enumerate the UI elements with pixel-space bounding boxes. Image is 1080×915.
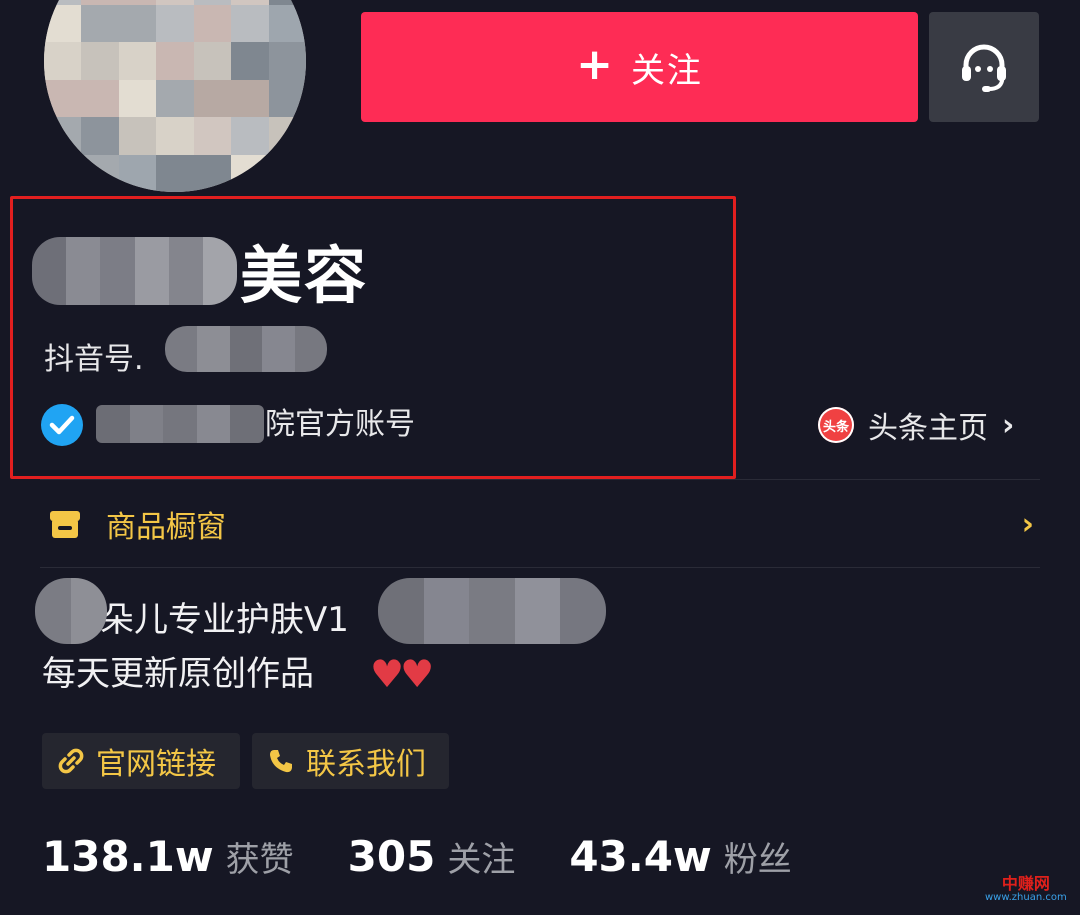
avatar-pixel bbox=[231, 79, 269, 118]
avatar-pixel bbox=[231, 4, 269, 43]
watermark-text: 中赚网 bbox=[1001, 874, 1050, 893]
official-website-label: 官网链接 bbox=[96, 747, 216, 782]
nickname-redaction bbox=[32, 237, 237, 305]
avatar-pixel bbox=[81, 79, 119, 118]
plus-icon: + bbox=[576, 39, 613, 90]
divider bbox=[40, 479, 1040, 480]
avatar-pixel bbox=[193, 4, 232, 43]
verified-badge-icon bbox=[41, 404, 83, 446]
avatar-pixel bbox=[268, 79, 306, 118]
avatar-pixel bbox=[156, 42, 194, 80]
avatar-pixel bbox=[118, 4, 157, 43]
storefront-icon bbox=[50, 511, 80, 538]
contact-us-label: 联系我们 bbox=[306, 747, 426, 782]
phone-icon bbox=[270, 750, 292, 773]
watermark: 中赚网 www.zhuan.com bbox=[985, 874, 1067, 903]
avatar-pixel bbox=[44, 117, 82, 155]
avatar-pixel bbox=[156, 154, 194, 192]
avatar-pixel bbox=[268, 42, 306, 80]
watermark-url: www.zhuan.com bbox=[985, 891, 1067, 903]
heart-emoji: ♥♥ bbox=[370, 652, 434, 696]
avatar-pixel bbox=[118, 154, 157, 192]
divider bbox=[40, 567, 1040, 568]
toutiao-icon: 头条 bbox=[818, 407, 854, 443]
official-website-link[interactable]: 官网链接 bbox=[42, 733, 240, 789]
avatar-pixel bbox=[231, 154, 269, 192]
stat-value: 43.4w bbox=[569, 832, 712, 881]
avatar-pixel bbox=[193, 42, 232, 80]
avatar-pixel bbox=[118, 42, 157, 80]
avatar-pixel bbox=[268, 4, 306, 43]
verification-text: 院官方账号 bbox=[265, 407, 415, 442]
customer-service-button[interactable] bbox=[929, 12, 1039, 122]
follow-button-label: 关注 bbox=[630, 50, 703, 91]
avatar-pixel bbox=[81, 117, 119, 155]
stat-following[interactable]: 305 关注 bbox=[348, 832, 516, 881]
avatar-pixel bbox=[268, 154, 306, 192]
avatar-pixel bbox=[156, 4, 194, 43]
avatar-pixel bbox=[81, 154, 119, 192]
douyin-id-label: 抖音号. bbox=[44, 342, 144, 377]
douyin-id-redaction bbox=[165, 326, 327, 372]
avatar-pixel bbox=[44, 4, 82, 43]
headset-icon bbox=[962, 44, 1006, 92]
chevron-right-icon: › bbox=[1002, 407, 1015, 443]
chevron-right-icon: › bbox=[1021, 506, 1034, 542]
avatar-pixel bbox=[193, 117, 232, 155]
avatar-pixel bbox=[156, 79, 194, 118]
nickname: 美容 bbox=[240, 239, 369, 312]
bio-redaction bbox=[378, 578, 606, 644]
stat-likes[interactable]: 138.1w 获赞 bbox=[42, 832, 294, 881]
stat-label: 获赞 bbox=[225, 840, 294, 880]
avatar-pixel bbox=[231, 42, 269, 80]
contact-us-link[interactable]: 联系我们 bbox=[252, 733, 449, 789]
stat-followers[interactable]: 43.4w 粉丝 bbox=[569, 832, 791, 881]
avatar-pixel bbox=[44, 42, 82, 80]
avatar-pixel bbox=[268, 117, 306, 155]
stat-label: 粉丝 bbox=[723, 840, 792, 880]
avatar[interactable] bbox=[44, 0, 306, 192]
avatar-pixel bbox=[118, 79, 157, 118]
link-icon bbox=[58, 748, 84, 774]
avatar-pixel bbox=[193, 154, 232, 192]
stat-value: 305 bbox=[347, 832, 436, 881]
avatar-pixel bbox=[193, 79, 232, 118]
bio-line-1: 朵儿专业护肤V1 bbox=[100, 600, 349, 640]
shop-window-row[interactable]: 商品橱窗 › bbox=[40, 490, 1040, 558]
avatar-pixel bbox=[44, 154, 82, 192]
bio-line-2: 每天更新原创作品 bbox=[42, 654, 314, 694]
avatar-pixel bbox=[81, 42, 119, 80]
follow-button[interactable]: + 关注 bbox=[361, 12, 918, 122]
avatar-pixel bbox=[156, 117, 194, 155]
toutiao-homepage-link[interactable]: 头条 头条主页 › bbox=[818, 403, 1014, 447]
stats-bar: 138.1w 获赞 305 关注 43.4w 粉丝 bbox=[42, 832, 846, 881]
avatar-pixel bbox=[231, 117, 269, 155]
avatar-pixel bbox=[81, 4, 119, 43]
shop-window-label: 商品橱窗 bbox=[106, 510, 226, 545]
bio-redaction bbox=[35, 578, 107, 644]
toutiao-homepage-label: 头条主页 bbox=[868, 411, 988, 446]
avatar-pixel bbox=[44, 79, 82, 118]
stat-label: 关注 bbox=[447, 840, 516, 880]
verification-redaction bbox=[96, 405, 264, 443]
stat-value: 138.1w bbox=[42, 832, 214, 881]
avatar-pixel bbox=[118, 117, 157, 155]
